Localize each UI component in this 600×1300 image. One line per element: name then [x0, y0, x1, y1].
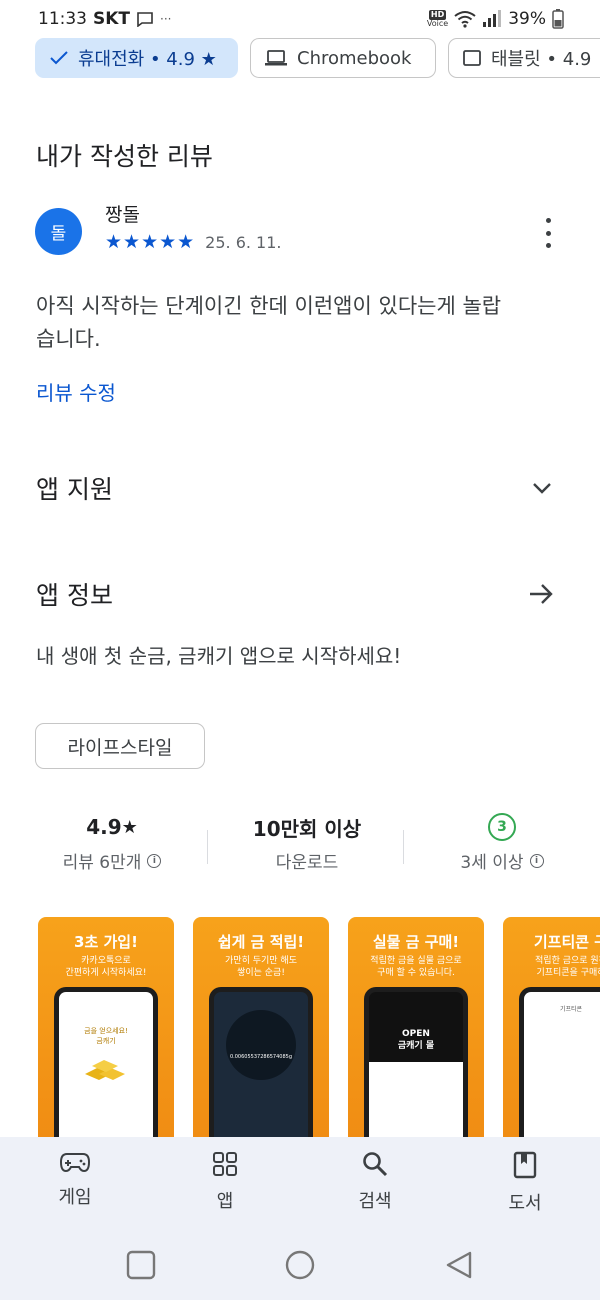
signal-icon	[483, 10, 502, 27]
rating-star-icon: ★	[121, 816, 138, 838]
chip-tablet[interactable]: 태블릿 • 4.9	[448, 38, 600, 78]
screenshot-item[interactable]: 쉽게 금 적립! 가만히 두기만 해도 쌓이는 순금! 0.0060553728…	[193, 917, 329, 1142]
recent-apps-icon[interactable]	[126, 1250, 156, 1280]
age-rating-badge-icon: 3	[488, 813, 516, 841]
screenshot-item[interactable]: 실물 금 구매! 적립한 금을 실물 금으로 구매 할 수 있습니다. OPEN…	[348, 917, 484, 1142]
phone-mockup: OPEN 금캐기 몰	[364, 987, 468, 1142]
screenshot-item[interactable]: 기프티콘 구 적립한 금으로 원하 기프티콘을 구매하 기프티콘	[503, 917, 600, 1142]
screen-text: 0.00605537286574085g	[229, 1054, 293, 1060]
info-icon: i	[147, 853, 162, 868]
rating-stat[interactable]: 4.9 ★ 리뷰 6만개 i	[52, 812, 172, 873]
back-icon[interactable]	[444, 1250, 474, 1280]
nav-books-label: 도서	[508, 1193, 542, 1214]
nav-games-label: 게임	[58, 1187, 92, 1208]
chip-chromebook[interactable]: Chromebook	[250, 38, 436, 78]
age-rating-stat[interactable]: 3 3세 이상 i	[440, 812, 564, 873]
stats-divider	[403, 830, 404, 864]
app-info-label: 앱 정보	[36, 581, 113, 610]
nav-apps[interactable]: 앱	[175, 1151, 275, 1213]
screenshots-carousel[interactable]: 3초 가입! 카카오톡으로 간편하게 시작하세요! 금을 얻으세요! 금캐기 쉽…	[38, 917, 600, 1142]
hd-voice-icon: HD Voice	[426, 10, 449, 28]
chip-tablet-label: 태블릿 • 4.9	[491, 49, 592, 70]
message-icon	[137, 12, 153, 27]
phone-mockup: 금을 얻으세요! 금캐기	[54, 987, 158, 1142]
gold-circle-graphic	[226, 1010, 296, 1080]
product-list	[369, 1062, 463, 1142]
bottom-nav: 게임 앱 검색 도서	[0, 1137, 600, 1227]
tablet-icon	[463, 50, 481, 66]
chip-chromebook-label: Chromebook	[297, 47, 412, 69]
app-support-label: 앱 지원	[36, 475, 113, 504]
screen-text: 금을 얻으세요! 금캐기	[84, 1027, 128, 1045]
screenshot-title: 기프티콘 구	[533, 933, 600, 951]
apps-grid-icon	[213, 1152, 237, 1176]
status-left: 11:33 SKT ···	[38, 9, 171, 29]
carrier-label: SKT	[93, 9, 131, 29]
status-right: HD Voice 39%	[427, 9, 564, 29]
downloads-label: 다운로드	[275, 853, 339, 873]
nav-games[interactable]: 게임	[25, 1151, 125, 1209]
laptop-icon	[265, 50, 287, 66]
battery-icon	[552, 9, 564, 29]
screenshot-subtitle: 적립한 금을 실물 금으로 구매 할 수 있습니다.	[370, 956, 462, 978]
more-notifications-icon: ···	[160, 12, 172, 26]
screenshot-title: 쉽게 금 적립!	[217, 933, 305, 951]
check-icon	[50, 51, 68, 65]
reviews-count: 리뷰 6만개	[62, 853, 142, 873]
nav-search-label: 검색	[358, 1191, 392, 1212]
status-time: 11:33	[38, 9, 87, 29]
downloads-value: 10만회 이상	[252, 816, 362, 841]
screenshot-subtitle: 적립한 금으로 원하 기프티콘을 구매하	[535, 956, 600, 978]
nav-search[interactable]: 검색	[325, 1151, 425, 1213]
rating-stars: ★★★★★	[105, 231, 196, 253]
nav-apps-label: 앱	[216, 1191, 234, 1212]
chip-phone[interactable]: 휴대전화 • 4.9 ★	[35, 38, 238, 78]
chevron-down-icon	[533, 483, 551, 494]
gold-bars-icon	[85, 1060, 125, 1080]
search-icon	[363, 1152, 388, 1177]
my-review-title: 내가 작성한 리뷰	[36, 142, 213, 171]
system-nav-bar	[0, 1227, 600, 1300]
status-bar: 11:33 SKT ··· HD Voice 39%	[0, 0, 600, 40]
screenshot-title: 3초 가입!	[74, 933, 138, 951]
device-type-chips: 휴대전화 • 4.9 ★ Chromebook 태블릿 • 4.9	[35, 38, 600, 78]
reviewer-name: 짱돌	[105, 204, 140, 226]
review-rating-row: ★★★★★ 25. 6. 11.	[105, 231, 282, 253]
app-info-row[interactable]: 앱 정보	[36, 576, 564, 612]
age-rating-label: 3세 이상	[460, 853, 524, 873]
avatar: 돌	[35, 208, 82, 255]
book-icon	[513, 1151, 537, 1179]
nav-books[interactable]: 도서	[475, 1151, 575, 1215]
wifi-icon	[454, 11, 476, 28]
screen-text: OPEN 금캐기 몰	[397, 1029, 435, 1051]
info-icon: i	[529, 853, 544, 868]
more-options-icon[interactable]	[538, 218, 558, 248]
app-support-row[interactable]: 앱 지원	[36, 470, 564, 506]
chip-phone-label: 휴대전화 • 4.9 ★	[78, 49, 217, 70]
stats-divider	[207, 830, 208, 864]
screenshot-title: 실물 금 구매!	[372, 933, 460, 951]
phone-mockup: 기프티콘	[519, 987, 600, 1142]
screen-text: 기프티콘	[559, 1006, 583, 1013]
phone-mockup: 0.00605537286574085g	[209, 987, 313, 1142]
review-text: 아직 시작하는 단계이긴 한데 이런앱이 있다는게 놀랍습니다.	[36, 294, 502, 351]
category-tag[interactable]: 라이프스타일	[35, 723, 205, 769]
home-icon[interactable]	[285, 1250, 315, 1280]
review-date: 25. 6. 11.	[205, 232, 282, 252]
app-description: 내 생애 첫 순금, 금캐기 앱으로 시작하세요!	[36, 644, 402, 668]
screenshot-item[interactable]: 3초 가입! 카카오톡으로 간편하게 시작하세요! 금을 얻으세요! 금캐기	[38, 917, 174, 1142]
gamepad-icon	[60, 1153, 90, 1173]
screenshot-subtitle: 가만히 두기만 해도 쌓이는 순금!	[225, 956, 297, 978]
battery-percent: 39%	[508, 9, 546, 29]
edit-review-link[interactable]: 리뷰 수정	[36, 377, 116, 406]
app-stats: 4.9 ★ 리뷰 6만개 i 10만회 이상 다운로드 3 3세 이상 i	[0, 812, 600, 892]
screenshot-subtitle: 카카오톡으로 간편하게 시작하세요!	[65, 956, 147, 978]
rating-value: 4.9	[86, 815, 122, 839]
arrow-right-icon[interactable]	[528, 583, 554, 605]
downloads-stat: 10만회 이상 다운로드	[237, 812, 377, 874]
